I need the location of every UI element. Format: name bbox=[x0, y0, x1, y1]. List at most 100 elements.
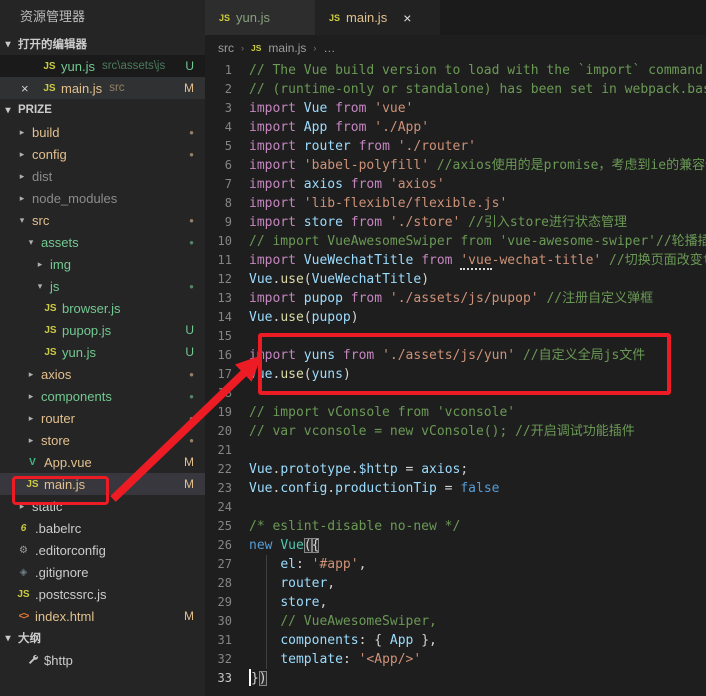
code-line-8[interactable]: 8 import 'lib-flexible/flexible.js' bbox=[205, 194, 706, 213]
code-line-30[interactable]: 30 // VueAwesomeSwiper, bbox=[205, 612, 706, 631]
line-number: 16 bbox=[217, 348, 232, 362]
chevron-collapsed-icon: ▸ bbox=[28, 434, 34, 445]
line-content: import store from './store' //引入store进行状… bbox=[249, 215, 627, 230]
tree-item-src[interactable]: ▾ src ● bbox=[0, 209, 205, 231]
close-tab-icon[interactable]: × bbox=[403, 10, 411, 26]
item-description: src bbox=[109, 82, 125, 94]
tab-bar: JS yun.js JS main.js × bbox=[205, 0, 706, 35]
section-header--[interactable]: ▾ 大纲 bbox=[0, 627, 205, 649]
tree-item-.gitignore[interactable]: ◈ .gitignore bbox=[0, 561, 205, 583]
code-area[interactable]: 1 // The Vue build version to load with t… bbox=[205, 61, 706, 696]
breadcrumb-src[interactable]: src bbox=[218, 41, 234, 55]
code-line-6[interactable]: 6 import 'babel-polyfill' //axios使用的是prom… bbox=[205, 156, 706, 175]
wrench-icon bbox=[23, 653, 42, 668]
breadcrumb-file[interactable]: main.js bbox=[268, 41, 306, 55]
tree-item-build[interactable]: ▸ build ● bbox=[0, 121, 205, 143]
code-line-28[interactable]: 28 router, bbox=[205, 574, 706, 593]
code-line-16[interactable]: 16 import yuns from './assets/js/yun' //自… bbox=[205, 346, 706, 365]
tree-item-assets[interactable]: ▾ assets ● bbox=[0, 231, 205, 253]
tree-item-index.html[interactable]: <> index.html M bbox=[0, 605, 205, 627]
line-content: components: { App }, bbox=[280, 633, 437, 648]
tree-item-img[interactable]: ▸ img bbox=[0, 253, 205, 275]
code-lines: 1 // The Vue build version to load with t… bbox=[205, 61, 706, 688]
tree-item-components[interactable]: ▸ components ● bbox=[0, 385, 205, 407]
code-line-11[interactable]: 11 import VueWechatTitle from 'vue-wechat… bbox=[205, 251, 706, 270]
section-header--[interactable]: ▾ 打开的编辑器 bbox=[0, 33, 205, 55]
code-line-4[interactable]: 4 import App from './App' bbox=[205, 118, 706, 137]
tree-item-config[interactable]: ▸ config ● bbox=[0, 143, 205, 165]
tree-item-browser.js[interactable]: JS browser.js bbox=[0, 297, 205, 319]
chevron-down-icon: ▾ bbox=[5, 104, 11, 116]
code-line-25[interactable]: 25 /* eslint-disable no-new */ bbox=[205, 517, 706, 536]
line-content: // import VueAwesomeSwiper from 'vue-awe… bbox=[249, 234, 706, 249]
chevron-expanded-icon: ▾ bbox=[28, 236, 34, 247]
item-label: build bbox=[32, 124, 60, 140]
tree-item-.editorconfig[interactable]: ⚙ .editorconfig bbox=[0, 539, 205, 561]
line-number: 20 bbox=[217, 424, 232, 438]
tab-yunjs[interactable]: JS yun.js bbox=[205, 0, 315, 35]
git-status-badge: M bbox=[184, 455, 194, 469]
code-line-5[interactable]: 5 import router from './router' bbox=[205, 137, 706, 156]
breadcrumb-symbol[interactable]: … bbox=[323, 41, 335, 55]
line-number: 18 bbox=[217, 386, 232, 400]
item-label: components bbox=[41, 388, 112, 404]
code-line-14[interactable]: 14 Vue.use(pupop) bbox=[205, 308, 706, 327]
code-line-19[interactable]: 19 // import vConsole from 'vconsole' bbox=[205, 403, 706, 422]
tree-item-$http[interactable]: $http bbox=[0, 649, 205, 671]
section-header-prize[interactable]: ▾ PRIZE bbox=[0, 99, 205, 121]
code-line-29[interactable]: 29 store, bbox=[205, 593, 706, 612]
code-line-33[interactable]: 33}) bbox=[205, 669, 706, 688]
tree-item-pupop.js[interactable]: JS pupop.js U bbox=[0, 319, 205, 341]
code-line-22[interactable]: 22 Vue.prototype.$http = axios; bbox=[205, 460, 706, 479]
code-line-32[interactable]: 32 template: '<App/>' bbox=[205, 650, 706, 669]
vscode-window: 资源管理器 ▾ 打开的编辑器 JS yun.js src\assets\js U × JS ma… bbox=[0, 0, 706, 696]
tree-item-yun.js[interactable]: JS yun.js src\assets\js U bbox=[0, 55, 205, 77]
line-number: 7 bbox=[224, 177, 232, 191]
code-line-13[interactable]: 13 import pupop from './assets/js/pupop' … bbox=[205, 289, 706, 308]
line-content: Vue.use(VueWechatTitle) bbox=[249, 272, 430, 287]
js-file-icon: JS bbox=[329, 12, 341, 23]
code-line-2[interactable]: 2 // (runtime-only or standalone) has bee… bbox=[205, 80, 706, 99]
item-label: router bbox=[41, 410, 75, 426]
tree-item-static[interactable]: ▸ static bbox=[0, 495, 205, 517]
code-line-24[interactable]: 24 bbox=[205, 498, 706, 517]
tree-item-node_modules[interactable]: ▸ node_modules bbox=[0, 187, 205, 209]
code-line-15[interactable]: 15 bbox=[205, 327, 706, 346]
breadcrumb[interactable]: src › JS main.js › … bbox=[205, 35, 706, 61]
line-content: import App from './App' bbox=[249, 120, 430, 135]
code-line-20[interactable]: 20 // var vconsole = new vConsole(); //开启… bbox=[205, 422, 706, 441]
code-line-18[interactable]: 18 bbox=[205, 384, 706, 403]
code-line-1[interactable]: 1 // The Vue build version to load with t… bbox=[205, 61, 706, 80]
tree-item-js[interactable]: ▾ js ● bbox=[0, 275, 205, 297]
tab-label: main.js bbox=[346, 10, 388, 25]
code-line-10[interactable]: 10 // import VueAwesomeSwiper from 'vue-a… bbox=[205, 232, 706, 251]
tree-item-yun.js[interactable]: JS yun.js U bbox=[0, 341, 205, 363]
code-line-9[interactable]: 9 import store from './store' //引入store进行… bbox=[205, 213, 706, 232]
tree-item-main.js[interactable]: JS main.js M bbox=[0, 473, 205, 495]
sidebar-rows: ▾ 打开的编辑器 JS yun.js src\assets\js U × JS main.js s… bbox=[0, 33, 205, 671]
code-line-7[interactable]: 7 import axios from 'axios' bbox=[205, 175, 706, 194]
code-line-3[interactable]: 3 import Vue from 'vue' bbox=[205, 99, 706, 118]
item-description: src\assets\js bbox=[101, 60, 166, 72]
line-content: el: '#app', bbox=[280, 557, 367, 572]
tree-item-axios[interactable]: ▸ axios ● bbox=[0, 363, 205, 385]
code-line-27[interactable]: 27 el: '#app', bbox=[205, 555, 706, 574]
tab-mainjs[interactable]: JS main.js × bbox=[315, 0, 440, 35]
line-content: router, bbox=[280, 576, 336, 591]
code-line-31[interactable]: 31 components: { App }, bbox=[205, 631, 706, 650]
close-editor-icon[interactable]: × bbox=[21, 81, 29, 96]
tree-item-dist[interactable]: ▸ dist bbox=[0, 165, 205, 187]
tree-item-store[interactable]: ▸ store ● bbox=[0, 429, 205, 451]
tree-item-app.vue[interactable]: V App.vue M bbox=[0, 451, 205, 473]
line-number: 27 bbox=[217, 557, 232, 571]
tree-item-.postcssrc.js[interactable]: JS .postcssrc.js bbox=[0, 583, 205, 605]
tree-item-router[interactable]: ▸ router ● bbox=[0, 407, 205, 429]
html-file-icon: <> bbox=[18, 610, 30, 622]
tree-item-main.js[interactable]: × JS main.js src M bbox=[0, 77, 205, 99]
code-line-21[interactable]: 21 bbox=[205, 441, 706, 460]
tree-item-.babelrc[interactable]: 6 .babelrc bbox=[0, 517, 205, 539]
code-line-23[interactable]: 23 Vue.config.productionTip = false bbox=[205, 479, 706, 498]
code-line-26[interactable]: 26 new Vue({ bbox=[205, 536, 706, 555]
code-line-12[interactable]: 12 Vue.use(VueWechatTitle) bbox=[205, 270, 706, 289]
code-line-17[interactable]: 17 Vue.use(yuns) bbox=[205, 365, 706, 384]
